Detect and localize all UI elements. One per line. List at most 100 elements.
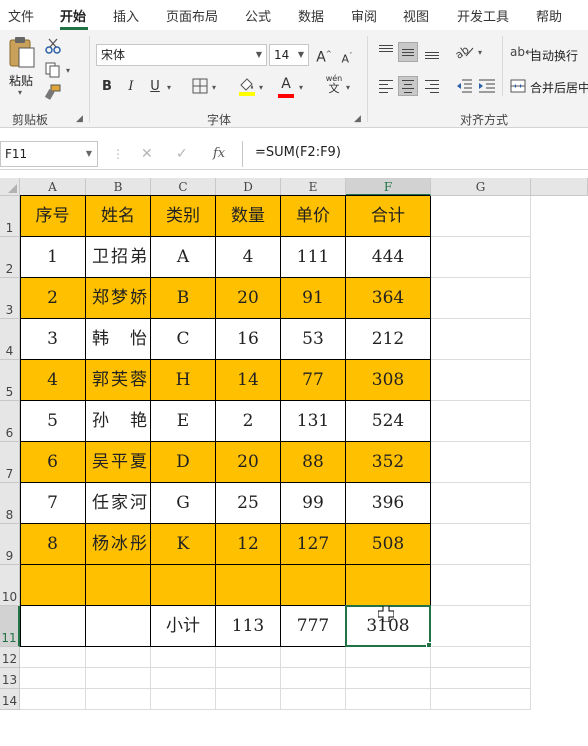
cell-f9[interactable]: 508	[346, 524, 431, 565]
cell-b12[interactable]	[86, 647, 151, 668]
increase-indent-icon[interactable]	[478, 77, 496, 95]
cell-f7[interactable]: 352	[346, 442, 431, 483]
cell-g11[interactable]	[431, 606, 531, 647]
tab-insert[interactable]: 插入	[113, 6, 139, 25]
cell-e8[interactable]: 99	[281, 483, 346, 524]
cell-c6[interactable]: E	[151, 401, 216, 442]
cell-e11[interactable]: 777	[281, 606, 346, 647]
cell-d8[interactable]: 25	[216, 483, 281, 524]
cell-c5[interactable]: H	[151, 360, 216, 401]
cell-e7[interactable]: 88	[281, 442, 346, 483]
cell-f6[interactable]: 524	[346, 401, 431, 442]
cell-a8[interactable]: 7	[20, 483, 86, 524]
cell-f5[interactable]: 308	[346, 360, 431, 401]
cell-a9[interactable]: 8	[20, 524, 86, 565]
row-header-12[interactable]: 12	[0, 647, 20, 668]
format-painter-icon[interactable]	[44, 84, 62, 100]
cell-g1[interactable]	[431, 196, 531, 237]
column-header-e[interactable]: E	[281, 178, 346, 196]
grow-font-button[interactable]: A^	[316, 45, 332, 67]
font-color-dropdown-icon[interactable]: ▾	[299, 83, 303, 92]
cell-d11[interactable]: 113	[216, 606, 281, 647]
cell-f8[interactable]: 396	[346, 483, 431, 524]
cell-d9[interactable]: 12	[216, 524, 281, 565]
cell-b4[interactable]: 韩怡	[86, 319, 151, 360]
tab-page-layout[interactable]: 页面布局	[166, 6, 218, 25]
copy-dropdown-icon[interactable]: ▾	[66, 66, 70, 75]
fill-handle[interactable]	[426, 642, 432, 648]
cell-g14[interactable]	[431, 689, 531, 710]
cell-e2[interactable]: 111	[281, 237, 346, 278]
cancel-icon[interactable]: ✕	[141, 146, 153, 162]
tab-formulas[interactable]: 公式	[245, 6, 271, 25]
name-box[interactable]: F11 ▼	[0, 141, 98, 167]
cell-c10[interactable]	[151, 565, 216, 606]
cell-e6[interactable]: 131	[281, 401, 346, 442]
cell-d10[interactable]	[216, 565, 281, 606]
cell-e10[interactable]	[281, 565, 346, 606]
clipboard-launcher-icon[interactable]: ◢	[76, 114, 83, 124]
wrap-text-button[interactable]: ab↵ 自动换行	[510, 44, 588, 64]
align-left-button[interactable]	[376, 76, 396, 96]
cell-b9[interactable]: 杨冰彤	[86, 524, 151, 565]
row-header-10[interactable]: 10	[0, 565, 20, 606]
cell-f3[interactable]: 364	[346, 278, 431, 319]
font-color-button[interactable]: A	[278, 75, 294, 98]
row-header-11[interactable]: 11	[0, 606, 20, 647]
cell-a12[interactable]	[20, 647, 86, 668]
cell-c11[interactable]: 小计	[151, 606, 216, 647]
cell-b14[interactable]	[86, 689, 151, 710]
cell-a10[interactable]	[20, 565, 86, 606]
cell-g9[interactable]	[431, 524, 531, 565]
orientation-dropdown-icon[interactable]: ▾	[478, 48, 482, 57]
cell-c3[interactable]: B	[151, 278, 216, 319]
align-top-button[interactable]	[376, 42, 396, 62]
fill-color-dropdown-icon[interactable]: ▾	[259, 83, 263, 92]
underline-button[interactable]: U	[148, 78, 162, 96]
column-header-b[interactable]: B	[86, 178, 151, 196]
tab-view[interactable]: 视图	[403, 6, 429, 25]
merge-center-button[interactable]: 合并后居中	[510, 76, 588, 96]
row-header-8[interactable]: 8	[0, 483, 20, 524]
italic-button[interactable]: I	[124, 78, 138, 96]
cell-d14[interactable]	[216, 689, 281, 710]
row-header-5[interactable]: 5	[0, 360, 20, 401]
formula-input[interactable]: =SUM(F2:F9)	[242, 141, 588, 167]
decrease-indent-icon[interactable]	[455, 77, 473, 95]
more-options-icon[interactable]: ⋮	[112, 147, 124, 161]
cell-b10[interactable]	[86, 565, 151, 606]
cell-e12[interactable]	[281, 647, 346, 668]
cell-d6[interactable]: 2	[216, 401, 281, 442]
cell-g7[interactable]	[431, 442, 531, 483]
cell-f4[interactable]: 212	[346, 319, 431, 360]
row-header-14[interactable]: 14	[0, 689, 20, 710]
cell-c2[interactable]: A	[151, 237, 216, 278]
insert-function-button[interactable]: fx	[213, 146, 225, 161]
phonetic-dropdown-icon[interactable]: ▾	[346, 83, 350, 92]
cell-e3[interactable]: 91	[281, 278, 346, 319]
font-name-select[interactable]: 宋体 ▼	[96, 44, 267, 66]
cell-f1[interactable]: 合计	[346, 196, 431, 237]
font-launcher-icon[interactable]: ◢	[354, 114, 361, 124]
cell-f13[interactable]	[346, 668, 431, 689]
cell-g5[interactable]	[431, 360, 531, 401]
cell-c14[interactable]	[151, 689, 216, 710]
cell-a6[interactable]: 5	[20, 401, 86, 442]
row-header-6[interactable]: 6	[0, 401, 20, 442]
cell-c4[interactable]: C	[151, 319, 216, 360]
cell-d12[interactable]	[216, 647, 281, 668]
cell-d1[interactable]: 数量	[216, 196, 281, 237]
cell-b8[interactable]: 任家河	[86, 483, 151, 524]
orientation-icon[interactable]: ab	[454, 42, 476, 60]
align-right-button[interactable]	[422, 76, 442, 96]
align-center-button[interactable]	[398, 76, 418, 96]
enter-icon[interactable]: ✓	[176, 146, 188, 162]
paste-button[interactable]: 粘贴 ▾	[6, 36, 40, 102]
cell-b1[interactable]: 姓名	[86, 196, 151, 237]
font-size-select[interactable]: 14 ▼	[269, 44, 309, 66]
cell-d13[interactable]	[216, 668, 281, 689]
cell-d4[interactable]: 16	[216, 319, 281, 360]
cell-g3[interactable]	[431, 278, 531, 319]
cell-b6[interactable]: 孙艳	[86, 401, 151, 442]
paste-dropdown-icon[interactable]: ▾	[18, 88, 22, 97]
